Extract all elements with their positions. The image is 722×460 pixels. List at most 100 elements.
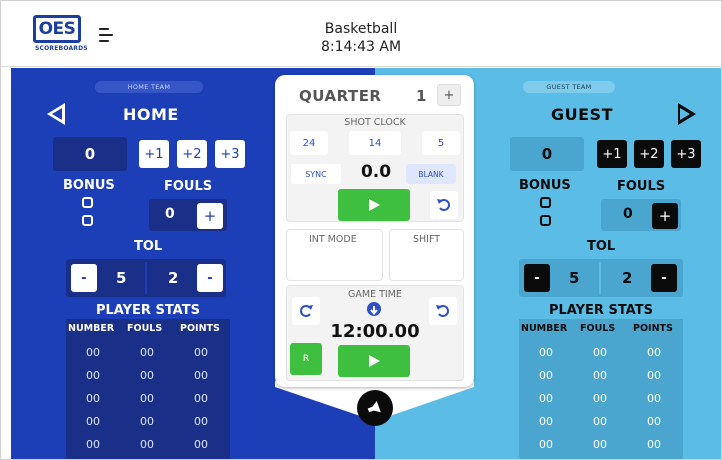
guest-plus3-button[interactable]: +3 <box>671 140 701 168</box>
stat-cell[interactable]: 00 <box>521 392 571 405</box>
guest-team-name: GUEST <box>551 105 613 124</box>
guest-plus1-button[interactable]: +1 <box>597 140 627 168</box>
redo-icon <box>300 305 313 317</box>
stat-cell[interactable]: 00 <box>122 369 172 382</box>
guest-tol-minus-partial-button[interactable]: - <box>651 264 677 292</box>
guest-fouls-value: 0 <box>623 206 633 222</box>
stat-cell[interactable]: 00 <box>521 369 571 382</box>
stat-cell[interactable]: 00 <box>629 438 679 451</box>
stat-cell[interactable]: 00 <box>176 392 226 405</box>
shift-label: SHIFT <box>413 234 441 245</box>
guest-col-fouls: FOULS <box>580 323 616 334</box>
home-tol-minus-partial-button[interactable]: - <box>197 264 223 292</box>
stat-cell[interactable]: 00 <box>575 369 625 382</box>
home-bonus-toggle-2[interactable] <box>82 215 93 226</box>
home-tol-label: TOL <box>134 239 163 254</box>
shot-clock-reset-button[interactable] <box>430 191 458 219</box>
guest-tol-full-value: 5 <box>569 269 580 287</box>
reset-icon <box>436 305 449 317</box>
home-col-points: POINTS <box>180 323 220 334</box>
guest-bonus-toggle-1[interactable] <box>540 197 551 208</box>
shot-clock-play-button[interactable] <box>338 189 410 221</box>
stat-cell[interactable]: 00 <box>629 392 679 405</box>
home-bonus-label: BONUS <box>63 178 115 193</box>
stat-cell[interactable]: 00 <box>521 415 571 428</box>
home-bonus-toggle-1[interactable] <box>82 197 93 208</box>
home-plus3-button[interactable]: +3 <box>215 140 245 168</box>
guest-tol-partial-value: 2 <box>622 269 633 287</box>
guest-tol-label: TOL <box>587 239 616 254</box>
stat-cell[interactable]: 00 <box>68 346 118 359</box>
stat-cell[interactable]: 00 <box>68 369 118 382</box>
home-col-fouls: FOULS <box>127 323 163 334</box>
home-fouls-value: 0 <box>165 206 175 222</box>
stat-cell[interactable]: 00 <box>68 438 118 451</box>
shot-preset-14-button[interactable]: 14 <box>349 131 401 155</box>
stat-cell[interactable]: 00 <box>575 392 625 405</box>
home-plus2-button[interactable]: +2 <box>177 140 207 168</box>
right-arrow-icon-inner <box>680 108 690 120</box>
home-score-value: 0 <box>84 145 96 163</box>
game-time-value: 12:00.00 <box>330 321 420 342</box>
stat-cell[interactable]: 00 <box>629 369 679 382</box>
home-fouls-plus-button[interactable]: + <box>197 203 223 229</box>
home-team-pill: HOME TEAM <box>95 81 203 93</box>
app-root: OES SCOREBOARDS Basketball 8:14:43 AM HO… <box>0 0 722 460</box>
stat-cell[interactable]: 00 <box>575 415 625 428</box>
home-player-stats-label: PLAYER STATS <box>96 303 200 318</box>
stat-cell[interactable]: 00 <box>176 346 226 359</box>
stat-cell[interactable]: 00 <box>122 415 172 428</box>
home-col-number: NUMBER <box>68 323 115 334</box>
sync-button[interactable]: SYNC <box>291 164 341 184</box>
guest-tol-minus-full-button[interactable]: - <box>524 264 550 292</box>
stat-cell[interactable]: 00 <box>68 415 118 428</box>
stat-cell[interactable]: 00 <box>575 438 625 451</box>
blank-button[interactable]: BLANK <box>406 164 456 184</box>
stat-cell[interactable]: 00 <box>122 392 172 405</box>
guest-plus2-button[interactable]: +2 <box>634 140 664 168</box>
shot-clock-label: SHOT CLOCK <box>344 117 406 128</box>
stat-cell[interactable]: 00 <box>122 438 172 451</box>
stat-cell[interactable]: 00 <box>176 438 226 451</box>
guest-player-stats-label: PLAYER STATS <box>549 303 653 318</box>
int-mode-label: INT MODE <box>309 234 357 245</box>
guest-score[interactable]: 0 <box>510 137 584 171</box>
guest-tol-divider <box>599 262 601 294</box>
home-tol-minus-full-button[interactable]: - <box>71 264 97 292</box>
r-button[interactable]: R <box>290 343 322 375</box>
play-icon <box>369 355 380 367</box>
guest-fouls-plus-button[interactable]: + <box>652 203 678 229</box>
stat-cell[interactable]: 00 <box>575 346 625 359</box>
guest-fouls-label: FOULS <box>617 179 666 194</box>
top-bar: OES SCOREBOARDS Basketball 8:14:43 AM <box>1 1 721 67</box>
quarter-value: 1 <box>416 87 427 105</box>
home-team-name: HOME <box>123 105 179 124</box>
stat-cell[interactable]: 00 <box>68 392 118 405</box>
down-arrow-glyph <box>370 306 378 316</box>
stat-cell[interactable]: 00 <box>629 415 679 428</box>
quarter-label: QUARTER <box>299 87 382 105</box>
home-fouls-label: FOULS <box>164 179 213 194</box>
guest-col-number: NUMBER <box>521 323 568 334</box>
guest-bonus-toggle-2[interactable] <box>540 215 551 226</box>
home-plus1-button[interactable]: +1 <box>139 140 169 168</box>
guest-bonus-label: BONUS <box>519 178 571 193</box>
horn-button[interactable] <box>357 390 393 426</box>
home-tol-divider <box>145 262 147 294</box>
stat-cell[interactable]: 00 <box>176 415 226 428</box>
stat-cell[interactable]: 00 <box>176 369 226 382</box>
game-time-play-button[interactable] <box>338 345 410 377</box>
stat-cell[interactable]: 00 <box>521 346 571 359</box>
stat-cell[interactable]: 00 <box>521 438 571 451</box>
shot-preset-5-button[interactable]: 5 <box>422 131 460 155</box>
horn-icon <box>367 400 381 413</box>
stat-cell[interactable]: 00 <box>629 346 679 359</box>
home-score[interactable]: 0 <box>53 137 127 171</box>
home-tol-full-value: 5 <box>116 269 127 287</box>
stat-cell[interactable]: 00 <box>122 346 172 359</box>
left-arrow-icon-inner <box>52 108 62 120</box>
guest-score-value: 0 <box>541 145 553 163</box>
quarter-plus-button[interactable]: + <box>437 84 461 106</box>
shot-preset-24-button[interactable]: 24 <box>290 131 328 155</box>
down-arrow-icon[interactable] <box>367 302 381 316</box>
